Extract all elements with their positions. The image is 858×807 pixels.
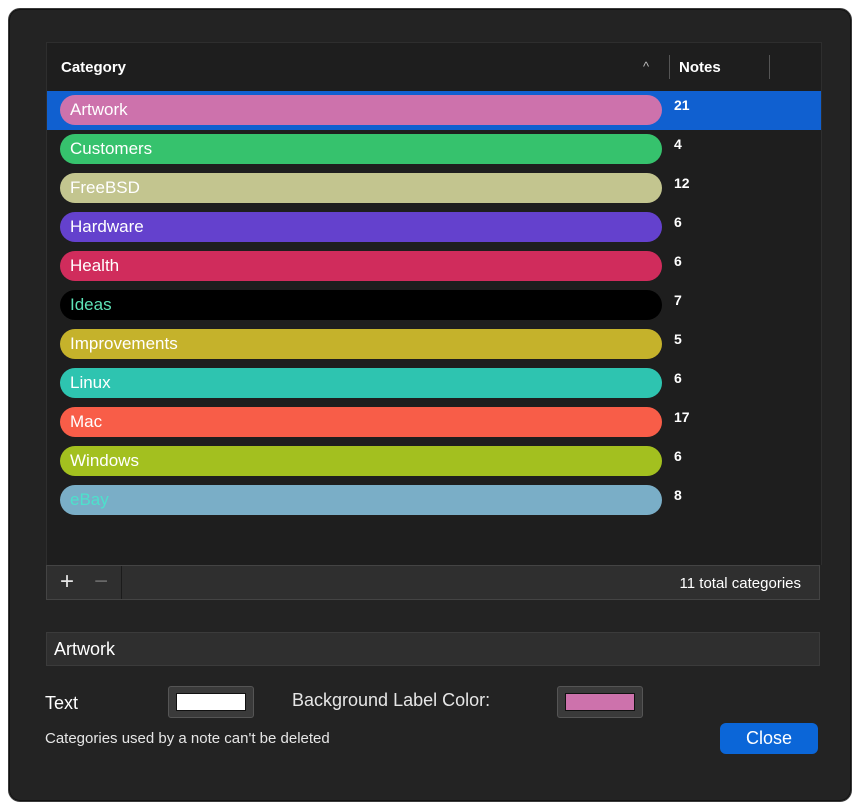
notes-count: 7: [674, 292, 682, 308]
text-color-label: Text: [45, 693, 79, 713]
table-row[interactable]: Improvements 5: [47, 325, 821, 364]
table-row[interactable]: eBay 8: [47, 481, 821, 520]
category-pill: Mac: [60, 407, 662, 437]
table-rows: Artwork 21 Customers 4 FreeBSD 12 Hardware 6 Hea…: [47, 91, 821, 520]
category-pill: eBay: [60, 485, 662, 515]
total-categories-label: 11 total categories: [679, 575, 801, 592]
category-pill: FreeBSD: [60, 173, 662, 203]
category-pill: Improvements: [60, 329, 662, 359]
notes-count: 5: [674, 331, 682, 347]
close-button[interactable]: Close: [720, 723, 818, 754]
categories-table: Category ^ Notes Artwork 21 Customers 4 Free…: [46, 42, 822, 565]
table-toolbar: + − 11 total categories: [46, 565, 820, 600]
notes-count: 6: [674, 214, 682, 230]
text-color-well[interactable]: [168, 686, 254, 718]
table-header: Category ^ Notes: [47, 43, 821, 89]
notes-count: 17: [674, 409, 690, 425]
category-pill: Artwork: [60, 95, 662, 125]
category-pill: Ideas: [60, 290, 662, 320]
table-row[interactable]: Windows 6: [47, 442, 821, 481]
add-category-button[interactable]: +: [53, 570, 81, 595]
background-color-swatch: [565, 693, 635, 711]
remove-category-button[interactable]: −: [87, 570, 115, 595]
table-row[interactable]: Mac 17: [47, 403, 821, 442]
table-row[interactable]: Ideas 7: [47, 286, 821, 325]
category-pill: Hardware: [60, 212, 662, 242]
table-row[interactable]: Customers 4: [47, 130, 821, 169]
category-pill: Windows: [60, 446, 662, 476]
column-divider[interactable]: [669, 55, 670, 79]
notes-count: 6: [674, 370, 682, 386]
table-row[interactable]: FreeBSD 12: [47, 169, 821, 208]
divider: [121, 566, 122, 599]
column-header-notes[interactable]: Notes: [679, 59, 721, 76]
notes-count: 21: [674, 97, 690, 113]
category-pill: Linux: [60, 368, 662, 398]
notes-count: 6: [674, 253, 682, 269]
column-header-category[interactable]: Category: [61, 59, 126, 76]
category-pill: Customers: [60, 134, 662, 164]
table-row[interactable]: Artwork 21: [47, 91, 821, 130]
background-color-label: Background Label Color:: [292, 690, 491, 710]
notes-count: 12: [674, 175, 690, 191]
background-color-well[interactable]: [557, 686, 643, 718]
category-pill: Health: [60, 251, 662, 281]
text-color-swatch: [176, 693, 246, 711]
category-name-field[interactable]: Artwork: [46, 632, 820, 666]
column-divider[interactable]: [769, 55, 770, 79]
table-row[interactable]: Hardware 6: [47, 208, 821, 247]
chevron-up-icon[interactable]: ^: [643, 59, 649, 74]
table-row[interactable]: Linux 6: [47, 364, 821, 403]
notes-count: 4: [674, 136, 682, 152]
table-row[interactable]: Health 6: [47, 247, 821, 286]
notes-count: 8: [674, 487, 682, 503]
notes-count: 6: [674, 448, 682, 464]
delete-restriction-note: Categories used by a note can't be delet…: [45, 730, 330, 747]
